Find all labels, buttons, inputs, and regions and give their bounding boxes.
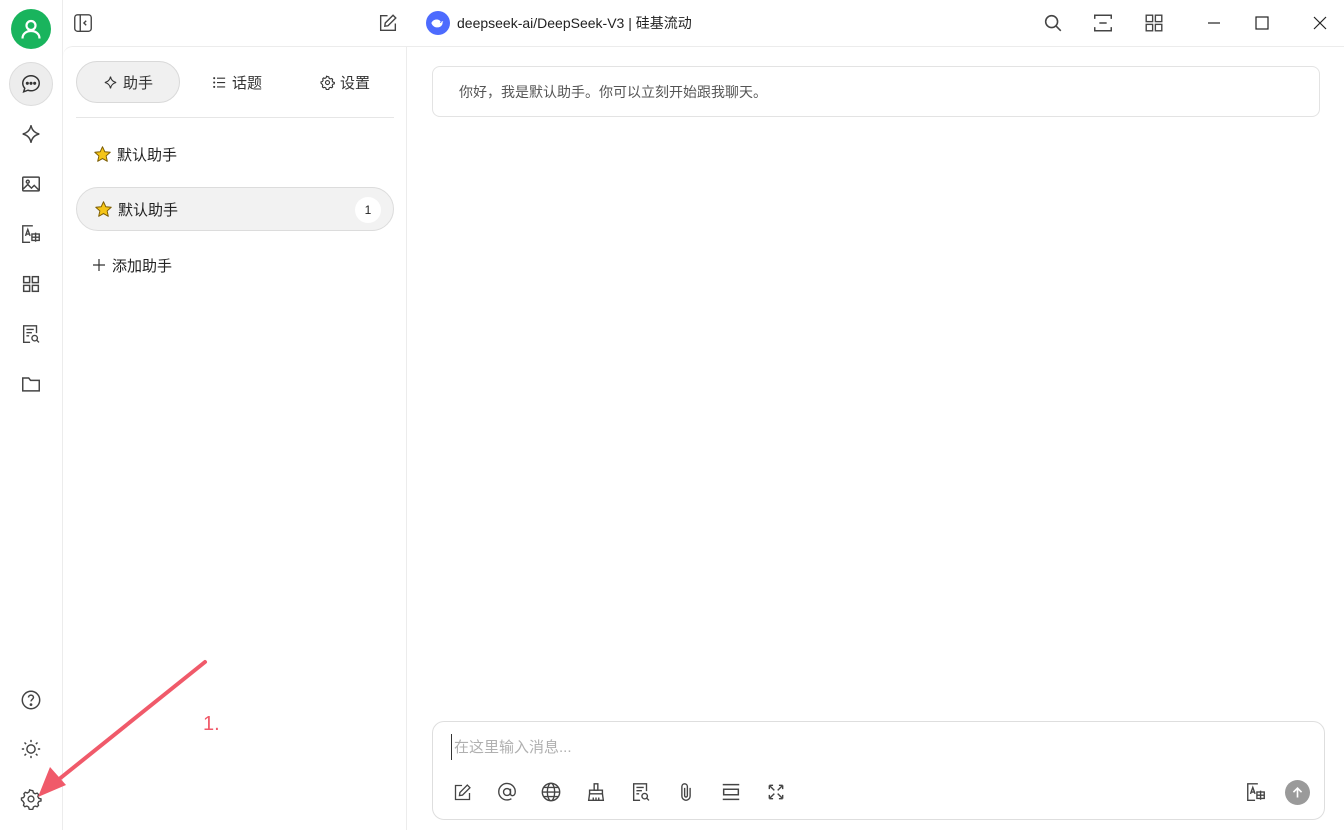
window-maximize-button[interactable] [1250, 11, 1274, 35]
arrow-up-icon [1292, 786, 1303, 798]
welcome-message: 你好，我是默认助手。你可以立刻开始跟我聊天。 [432, 66, 1320, 117]
launchpad-button[interactable] [1142, 11, 1166, 35]
star-icon [94, 145, 111, 162]
new-context-button[interactable] [719, 780, 743, 804]
knowledge-base-button[interactable] [629, 780, 653, 804]
rail-apps-button[interactable] [9, 262, 53, 306]
rail-help-button[interactable] [9, 678, 53, 722]
chat-bubble-icon [22, 75, 40, 93]
add-assistant-button[interactable]: 添加助手 [91, 253, 172, 277]
image-icon [22, 176, 40, 192]
close-icon [1313, 16, 1327, 30]
tab-topics-label: 话题 [231, 74, 262, 92]
whale-icon [431, 19, 444, 28]
edit-icon [454, 783, 471, 800]
message-input-box [432, 721, 1325, 820]
sun-icon [21, 739, 41, 759]
translate-icon [22, 225, 40, 243]
apps-grid-icon [22, 275, 40, 293]
translate-input-button[interactable] [1244, 780, 1268, 804]
model-name: deepseek-ai/DeepSeek-V3 | 硅基流动 [457, 15, 692, 31]
search-button[interactable] [1041, 11, 1065, 35]
folder-icon [22, 377, 40, 392]
assistant-item-label: 默认助手 [117, 146, 178, 164]
assistant-panel: 助手 话题 设置 默认助手 默认助手 1 添加助手 [63, 46, 407, 830]
tab-assistants-label: 助手 [122, 74, 153, 92]
rail-files-button[interactable] [9, 362, 53, 406]
search-icon [1044, 14, 1062, 32]
chat-area: 你好，我是默认助手。你可以立刻开始跟我聊天。 [407, 46, 1344, 830]
rail-theme-button[interactable] [9, 727, 53, 771]
new-topic-tool-button[interactable] [450, 780, 474, 804]
apps-grid-icon [1145, 14, 1163, 32]
sparkle-icon [104, 75, 117, 89]
annotation-step-label: 1. [203, 713, 220, 735]
tab-settings[interactable]: 设置 [300, 61, 390, 103]
rail-translate-button[interactable] [9, 212, 53, 256]
help-icon [21, 690, 41, 710]
plus-icon [93, 259, 105, 271]
sparkle-icon [22, 125, 40, 143]
topic-count-badge: 1 [355, 197, 381, 223]
rail-image-button[interactable] [9, 162, 53, 206]
user-avatar[interactable] [11, 9, 51, 49]
paperclip-icon [681, 783, 691, 801]
expand-input-button[interactable] [764, 780, 788, 804]
minimize-icon [1208, 22, 1220, 24]
model-selector[interactable]: deepseek-ai/DeepSeek-V3 | 硅基流动 [426, 11, 692, 35]
sidebar-collapse-icon [74, 14, 92, 32]
panel-tabs: 助手 话题 设置 [76, 61, 394, 103]
broom-icon [587, 783, 605, 801]
rail-settings-button[interactable] [9, 777, 53, 821]
assistant-item-label: 默认助手 [118, 201, 179, 219]
assistant-item[interactable]: 默认助手 [76, 132, 394, 176]
new-topic-button[interactable] [376, 11, 400, 35]
minapp-button[interactable] [1091, 11, 1115, 35]
web-search-button[interactable] [539, 780, 563, 804]
mention-model-button[interactable] [495, 780, 519, 804]
attach-file-button[interactable] [674, 780, 698, 804]
rail-chat-button[interactable] [9, 62, 53, 106]
list-icon [213, 76, 226, 88]
divider-icon [722, 783, 740, 801]
edit-icon [379, 14, 397, 32]
maximize-icon [1255, 16, 1269, 30]
tab-topics[interactable]: 话题 [192, 61, 282, 103]
add-assistant-label: 添加助手 [112, 257, 173, 275]
rail-knowledge-button[interactable] [9, 312, 53, 356]
send-button[interactable] [1285, 780, 1310, 805]
window-close-button[interactable] [1308, 11, 1332, 35]
message-input[interactable] [451, 734, 1301, 760]
toggle-sidebar-button[interactable] [71, 11, 95, 35]
at-sign-icon [498, 782, 516, 801]
welcome-text: 你好，我是默认助手。你可以立刻开始跟我聊天。 [459, 83, 767, 100]
assistant-item-active[interactable]: 默认助手 1 [76, 187, 394, 231]
tab-assistants[interactable]: 助手 [76, 61, 180, 103]
document-search-icon [632, 783, 650, 801]
star-icon [95, 200, 112, 217]
gear-icon [20, 788, 42, 810]
deepseek-logo-icon [426, 11, 450, 35]
scan-icon [1094, 14, 1112, 32]
tab-settings-label: 设置 [339, 74, 370, 92]
rail-agents-button[interactable] [9, 112, 53, 156]
title-bar: deepseek-ai/DeepSeek-V3 | 硅基流动 [63, 0, 1344, 46]
left-icon-rail [0, 0, 63, 830]
expand-icon [768, 784, 784, 800]
tabs-divider [76, 117, 394, 118]
document-search-icon [22, 325, 40, 343]
clear-context-button[interactable] [584, 780, 608, 804]
user-icon [21, 19, 41, 39]
window-minimize-button[interactable] [1202, 11, 1226, 35]
gear-icon [320, 75, 335, 90]
globe-icon [541, 782, 561, 802]
translate-icon [1247, 783, 1265, 801]
